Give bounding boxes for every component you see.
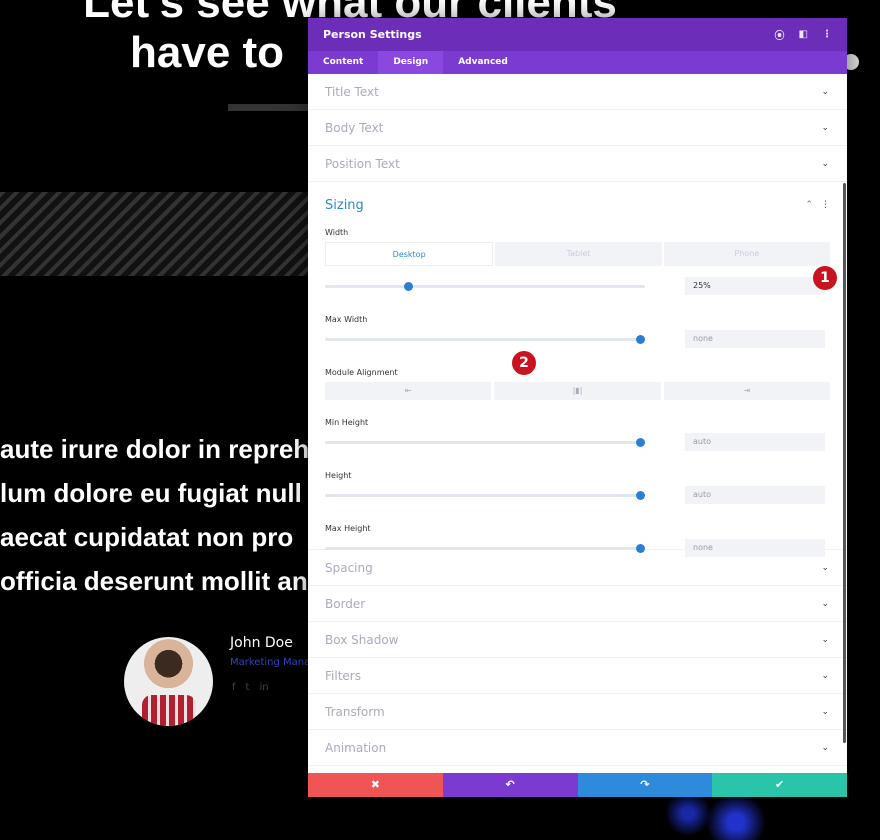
panel-title: Person Settings [323, 28, 422, 41]
person-settings-panel: Person Settings ⦿ ◧ ⋮ Content Design Adv… [308, 18, 847, 797]
chevron-up-icon: ⌃ [805, 200, 813, 210]
more-icon[interactable]: ⋮ [821, 200, 830, 210]
bg-heading-line2: have to [130, 28, 285, 77]
max-width-label: Max Width [325, 315, 368, 324]
max-width-slider[interactable] [325, 334, 646, 344]
cancel-button[interactable]: ✖ [308, 773, 443, 797]
height-input[interactable]: auto [685, 486, 825, 504]
device-tabs: Desktop Tablet Phone [325, 242, 830, 266]
facebook-icon[interactable]: f [232, 682, 236, 693]
align-right-button[interactable]: ⇥ [663, 382, 830, 400]
tab-content[interactable]: Content [308, 51, 378, 74]
width-label: Width [325, 228, 349, 237]
chevron-down-icon: ⌄ [821, 86, 829, 97]
paragraph-line: aute irure dolor in repreh [0, 434, 310, 464]
device-tab-tablet[interactable]: Tablet [495, 242, 662, 266]
panel-header: Person Settings ⦿ ◧ ⋮ [308, 18, 847, 51]
redo-button[interactable]: ↷ [577, 773, 713, 797]
linkedin-icon[interactable]: in [259, 682, 268, 693]
max-height-slider[interactable] [325, 543, 646, 553]
height-slider[interactable] [325, 490, 646, 500]
more-icon[interactable]: ⋮ [822, 29, 832, 40]
section-title-text[interactable]: Title Text ⌄ [308, 74, 847, 110]
slider-handle[interactable] [636, 437, 646, 447]
twitter-icon[interactable]: t [246, 682, 250, 693]
striped-band [0, 192, 320, 276]
panel-tabs: Content Design Advanced [308, 51, 847, 74]
step-badge-2: 2 [512, 351, 536, 375]
section-label: Spacing [325, 560, 373, 575]
step-badge-1: 1 [813, 266, 837, 290]
undo-button[interactable]: ↶ [442, 773, 578, 797]
min-height-slider[interactable] [325, 437, 646, 447]
tab-advanced[interactable]: Advanced [443, 51, 523, 74]
module-alignment: ⇤ |▮| ⇥ [325, 382, 830, 400]
slider-handle[interactable] [636, 334, 646, 344]
chevron-down-icon: ⌄ [821, 634, 829, 645]
chevron-down-icon: ⌄ [821, 670, 829, 681]
section-label: Box Shadow [325, 632, 399, 647]
section-body-text[interactable]: Body Text ⌄ [308, 110, 847, 146]
paragraph-line: lum dolore eu fugiat null [0, 478, 302, 508]
device-tab-phone[interactable]: Phone [663, 242, 830, 266]
chevron-down-icon: ⌄ [821, 742, 829, 753]
chevron-down-icon: ⌄ [821, 562, 829, 573]
paragraph-line: officia deserunt mollit an [0, 566, 308, 596]
device-tab-desktop[interactable]: Desktop [325, 242, 494, 266]
slider-handle[interactable] [404, 281, 414, 291]
max-width-input[interactable]: none [685, 330, 825, 348]
section-transform[interactable]: Transform ⌄ [308, 694, 847, 730]
slider-handle[interactable] [636, 490, 646, 500]
social-links: f t in [232, 682, 269, 693]
panel-scrollbar[interactable] [843, 183, 846, 743]
module-alignment-label: Module Alignment [325, 368, 398, 377]
width-input[interactable]: 25% [685, 277, 825, 295]
section-position-text[interactable]: Position Text ⌄ [308, 146, 847, 182]
chevron-down-icon: ⌄ [821, 598, 829, 609]
panel-footer: ✖ ↶ ↷ ✔ [308, 773, 847, 797]
heading-divider [228, 104, 318, 111]
section-label: Title Text [325, 84, 379, 99]
section-animation[interactable]: Animation ⌄ [308, 730, 847, 766]
max-height-label: Max Height [325, 524, 371, 533]
section-label: Animation [325, 740, 387, 755]
section-label: Body Text [325, 120, 384, 135]
section-box-shadow[interactable]: Box Shadow ⌄ [308, 622, 847, 658]
max-height-input[interactable]: none [685, 539, 825, 557]
sizing-header[interactable]: Sizing ⌃ ⋮ [325, 182, 830, 228]
paint-splash [640, 795, 800, 840]
section-sizing: Sizing ⌃ ⋮ Width Desktop Tablet Phone 25% … [308, 182, 847, 557]
chevron-down-icon: ⌄ [821, 158, 829, 169]
section-filters[interactable]: Filters ⌄ [308, 658, 847, 694]
save-button[interactable]: ✔ [712, 773, 847, 797]
section-label: Border [325, 596, 366, 611]
focus-icon[interactable]: ⦿ [775, 27, 785, 42]
height-label: Height [325, 471, 352, 480]
min-height-input[interactable]: auto [685, 433, 825, 451]
tab-design[interactable]: Design [378, 51, 444, 74]
align-center-button[interactable]: |▮| [494, 382, 661, 400]
paragraph-line: aecat cupidatat non pro [0, 522, 294, 552]
person-role: Marketing Manager [230, 657, 310, 668]
slider-handle[interactable] [636, 543, 646, 553]
section-label: Filters [325, 668, 361, 683]
person-name: John Doe [230, 635, 293, 651]
section-label: Transform [325, 704, 385, 719]
section-label: Position Text [325, 156, 400, 171]
section-border[interactable]: Border ⌄ [308, 586, 847, 622]
section-label: Sizing [325, 197, 364, 213]
min-height-label: Min Height [325, 418, 369, 427]
chevron-down-icon: ⌄ [821, 122, 829, 133]
align-left-button[interactable]: ⇤ [325, 382, 492, 400]
avatar [124, 637, 213, 726]
split-view-icon[interactable]: ◧ [799, 29, 808, 40]
chevron-down-icon: ⌄ [821, 706, 829, 717]
width-slider[interactable] [325, 281, 645, 291]
